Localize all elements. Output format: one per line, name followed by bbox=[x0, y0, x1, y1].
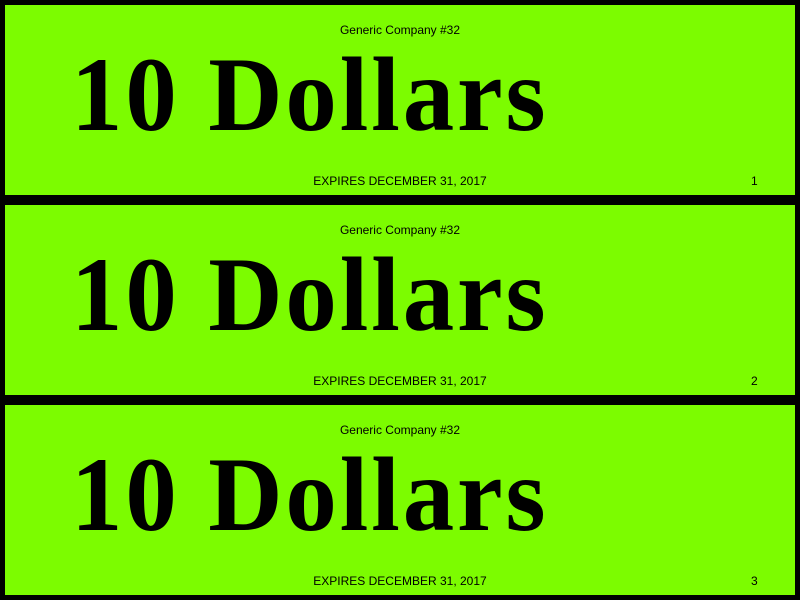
coupon-number: 3 bbox=[751, 574, 758, 588]
expiration-date: EXPIRES DECEMBER 31, 2017 bbox=[313, 574, 487, 588]
coupon-number: 2 bbox=[751, 374, 758, 388]
coupon-amount: 10 Dollars bbox=[71, 236, 549, 353]
coupon-amount: 10 Dollars bbox=[71, 36, 549, 153]
coupon: Generic Company #32 10 Dollars EXPIRES D… bbox=[0, 0, 800, 200]
coupon-number: 1 bbox=[751, 174, 758, 188]
expiration-date: EXPIRES DECEMBER 31, 2017 bbox=[313, 374, 487, 388]
coupon: Generic Company #32 10 Dollars EXPIRES D… bbox=[0, 200, 800, 400]
coupon: Generic Company #32 10 Dollars EXPIRES D… bbox=[0, 400, 800, 600]
coupon-amount: 10 Dollars bbox=[71, 436, 549, 553]
expiration-date: EXPIRES DECEMBER 31, 2017 bbox=[313, 174, 487, 188]
coupon-sheet: Generic Company #32 10 Dollars EXPIRES D… bbox=[0, 0, 800, 600]
